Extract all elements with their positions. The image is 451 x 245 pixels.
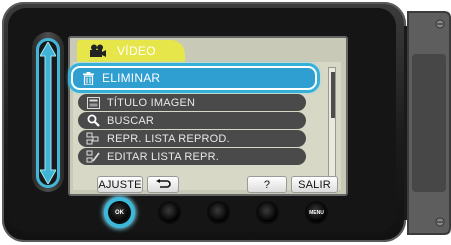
video-camera-icon [90, 44, 106, 57]
hardware-button-4[interactable] [258, 203, 277, 222]
menu-label: MENU [309, 209, 324, 216]
magnifier-icon [86, 114, 100, 127]
menu-button[interactable]: MENU [307, 203, 326, 222]
title-image-icon [86, 96, 100, 109]
menu-item-label: TÍTULO IMAGEN [107, 96, 196, 109]
menu-item-label: ELIMINAR [102, 71, 161, 85]
ajuste-label: AJUSTE [98, 178, 142, 191]
menu-item-label: BUSCAR [107, 114, 155, 127]
menu-item-buscar[interactable]: BUSCAR [78, 112, 306, 129]
menu-item-label: REPR. LISTA REPROD. [107, 132, 230, 145]
salir-button[interactable]: SALIR [291, 176, 338, 193]
menu-item-label: EDITAR LISTA REPR. [107, 150, 219, 163]
menu-item-eliminar[interactable]: ELIMINAR [71, 66, 317, 90]
up-down-arrow-icon [40, 42, 56, 184]
hinge-icon [404, 11, 451, 235]
tab-video[interactable]: VÍDEO [77, 40, 185, 62]
return-arrow-icon [156, 179, 171, 188]
scrollbar-thumb[interactable] [331, 72, 335, 118]
playlist-edit-icon [86, 150, 100, 163]
help-button[interactable]: ? [247, 176, 287, 193]
ok-button[interactable]: OK [110, 203, 129, 222]
ajuste-button[interactable]: AJUSTE [97, 176, 143, 193]
hardware-button-2[interactable] [160, 203, 179, 222]
salir-label: SALIR [298, 178, 331, 191]
menu-item-editar-lista[interactable]: EDITAR LISTA REPR. [78, 148, 306, 165]
ok-label: OK [115, 209, 124, 216]
help-label: ? [263, 178, 271, 191]
hardware-button-3[interactable] [209, 203, 228, 222]
menu-item-titulo-imagen[interactable]: TÍTULO IMAGEN [78, 94, 306, 111]
tab-label: VÍDEO [117, 44, 156, 58]
menu-item-repr-lista[interactable]: REPR. LISTA REPROD. [78, 130, 306, 147]
playlist-play-icon [86, 132, 100, 145]
back-button[interactable] [147, 176, 179, 193]
trash-icon [81, 71, 95, 85]
